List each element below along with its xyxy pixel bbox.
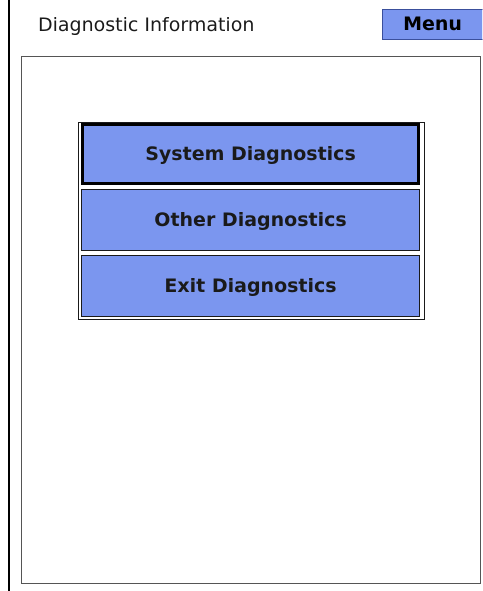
system-diagnostics-button[interactable]: System Diagnostics	[81, 123, 420, 185]
other-diagnostics-button[interactable]: Other Diagnostics	[81, 189, 420, 251]
page-title: Diagnostic Information	[38, 14, 255, 36]
window-edge	[8, 0, 10, 591]
menu-button[interactable]: Menu	[382, 9, 483, 40]
title-bar: Diagnostic Information Menu	[10, 0, 483, 44]
diagnostics-button-group: System Diagnostics Other Diagnostics Exi…	[78, 122, 425, 320]
exit-diagnostics-button[interactable]: Exit Diagnostics	[81, 255, 420, 317]
content-panel: System Diagnostics Other Diagnostics Exi…	[21, 56, 481, 584]
diagnostic-screen: Diagnostic Information Menu System Diagn…	[0, 0, 483, 591]
